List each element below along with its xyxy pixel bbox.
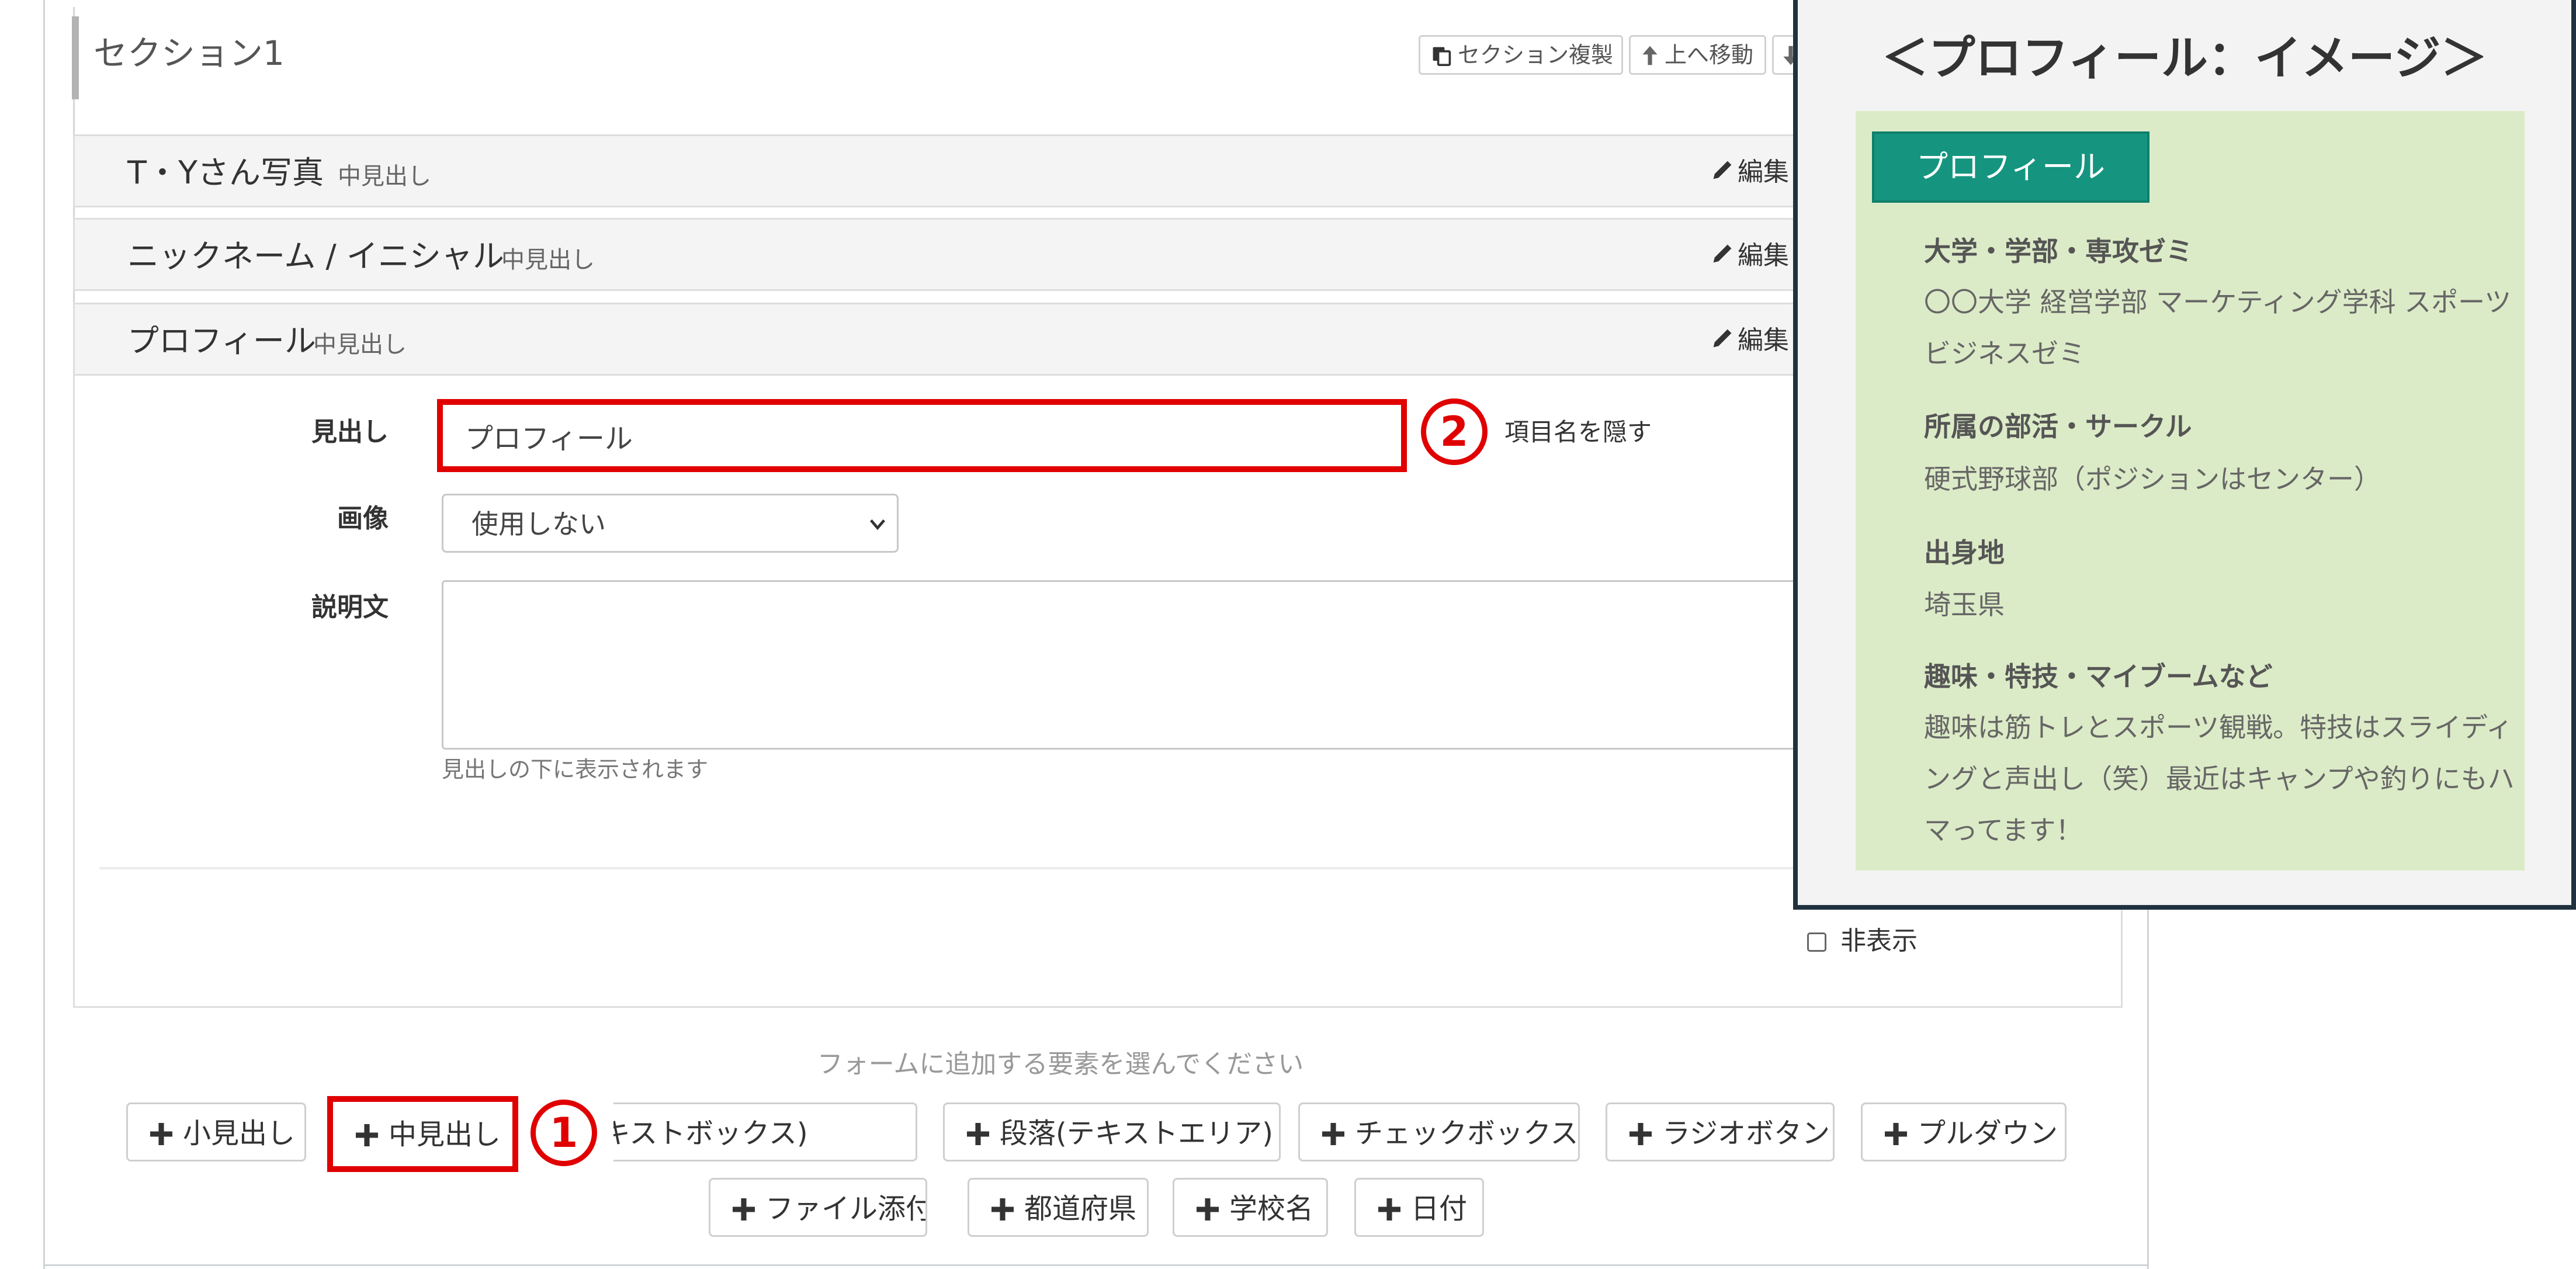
preview-item-text: 趣味は筋トレとスポーツ観戦。特技はスライディングと声出し（笑）最近はキャンプや釣… — [1924, 712, 2515, 846]
group-type: 中見出し — [313, 331, 407, 358]
add-school-button[interactable]: 学校名 — [1173, 1178, 1328, 1237]
add-button-label: プルダウン — [1918, 1117, 2058, 1150]
edit-label: 編集 — [1738, 325, 1789, 355]
add-radio-button[interactable]: ラジオボタン — [1606, 1102, 1835, 1161]
edit-button[interactable]: 編集 — [1710, 154, 1803, 191]
group-label: T・Yさん写真 — [127, 154, 324, 191]
edit-button[interactable]: 編集 — [1710, 237, 1803, 275]
plus-icon — [967, 1123, 989, 1145]
image-field-label: 画像 — [337, 504, 389, 533]
add-button-label: 学校名 — [1229, 1192, 1314, 1225]
add-textbox-button[interactable]: 記述式(テキストボックス) — [613, 1102, 917, 1161]
hide-label: 非表示 — [1840, 926, 1918, 956]
plus-icon — [1322, 1123, 1344, 1145]
edit-label: 編集 — [1738, 157, 1789, 187]
divider — [99, 867, 2086, 869]
pencil-icon — [1713, 244, 1732, 263]
plus-icon — [1378, 1198, 1400, 1221]
frame-bottom-line — [43, 1264, 2149, 1266]
desc-field-label: 説明文 — [311, 592, 389, 622]
hide-checkbox[interactable] — [1807, 932, 1826, 952]
preview-profile-button: プロフィール — [1872, 131, 2149, 203]
group-type: 中見出し — [338, 163, 431, 190]
plus-icon — [150, 1123, 172, 1145]
group-label: プロフィール — [127, 323, 316, 359]
add-button-label: 段落(テキストエリア) — [1000, 1117, 1274, 1150]
add-button-label: 都道府県 — [1024, 1192, 1137, 1225]
section-up-button[interactable]: 上へ移動 — [1629, 35, 1766, 75]
pencil-icon — [1713, 329, 1732, 348]
edit-label: 編集 — [1738, 241, 1789, 271]
add-checkbox-button[interactable]: チェックボックス — [1298, 1102, 1580, 1161]
preview-card: プロフィール 大学・学部・専攻ゼミ 〇〇大学 経営学部 マーケティング学科 スポ… — [1856, 111, 2525, 871]
preview-item-heading: 趣味・特技・マイブームなど — [1924, 661, 2273, 692]
copy-icon — [1433, 47, 1451, 66]
preview-item-heading: 出身地 — [1924, 537, 2005, 568]
add-subheading-small-button[interactable]: 小見出し — [126, 1102, 306, 1161]
section-copy-label: セクション複製 — [1458, 42, 1614, 68]
plus-icon — [1197, 1198, 1219, 1221]
add-prefecture-button[interactable]: 都道府県 — [968, 1178, 1149, 1237]
annotation-two: 2 — [1421, 398, 1488, 465]
preview-item-text: 〇〇大学 経営学部 マーケティング学科 スポーツビジネスゼミ — [1924, 286, 2512, 369]
group-type: 中見出し — [501, 247, 595, 273]
arrow-up-icon — [1642, 46, 1658, 65]
plus-icon — [733, 1198, 755, 1221]
add-button-label: ファイル添付 — [765, 1192, 927, 1225]
add-textarea-button[interactable]: 段落(テキストエリア) — [943, 1102, 1281, 1161]
hide-item-label[interactable]: 項目名を隠す — [1504, 416, 1652, 449]
add-button-label: 日付 — [1411, 1192, 1468, 1225]
section-up-label: 上へ移動 — [1665, 42, 1754, 68]
preview-item-text: 硬式野球部（ポジションはセンター） — [1924, 463, 2381, 495]
image-select[interactable]: 使用しない — [442, 494, 899, 553]
annotation-one: 1 — [531, 1100, 597, 1166]
plus-icon — [991, 1198, 1014, 1221]
section-title: セクション1 — [93, 33, 285, 73]
add-file-button[interactable]: ファイル添付 — [709, 1178, 927, 1237]
pencil-icon — [1713, 161, 1732, 179]
chevron-down-icon — [869, 519, 886, 531]
preview-item-heading: 所属の部活・サークル — [1924, 411, 2192, 442]
image-select-value: 使用しない — [471, 508, 606, 540]
heading-input[interactable] — [437, 399, 1407, 472]
add-date-button[interactable]: 日付 — [1354, 1178, 1484, 1237]
heading-field-label: 見出し — [311, 417, 389, 447]
section-copy-button[interactable]: セクション複製 — [1419, 35, 1623, 75]
preview-item-text: 埼玉県 — [1924, 589, 2005, 620]
plus-icon — [1885, 1123, 1907, 1145]
edit-button[interactable]: 編集 — [1710, 322, 1803, 359]
add-button-label: 記述式(テキストボックス) — [613, 1117, 808, 1150]
add-dropdown-button[interactable]: プルダウン — [1861, 1102, 2067, 1161]
preview-title: ＜プロフィール：イメージ＞ — [1881, 31, 2488, 85]
desc-textarea[interactable] — [442, 580, 1797, 750]
add-element-prompt: フォームに追加する要素を選んでください — [817, 1049, 1304, 1079]
add-button-label: 小見出し — [183, 1117, 296, 1150]
highlight-box-medium-heading — [327, 1096, 518, 1172]
plus-icon — [1629, 1123, 1652, 1145]
group-label: ニックネーム / イニシャル — [127, 238, 504, 275]
profile-preview-overlay: ＜プロフィール：イメージ＞ プロフィール 大学・学部・専攻ゼミ 〇〇大学 経営学… — [1793, 0, 2576, 910]
preview-item-heading: 大学・学部・専攻ゼミ — [1924, 235, 2193, 267]
add-button-label: ラジオボタン — [1662, 1117, 1830, 1150]
desc-hint: 見出しの下に表示されます — [442, 757, 709, 782]
section-accent-bar — [72, 16, 79, 99]
add-button-label: チェックボックス — [1355, 1117, 1579, 1150]
